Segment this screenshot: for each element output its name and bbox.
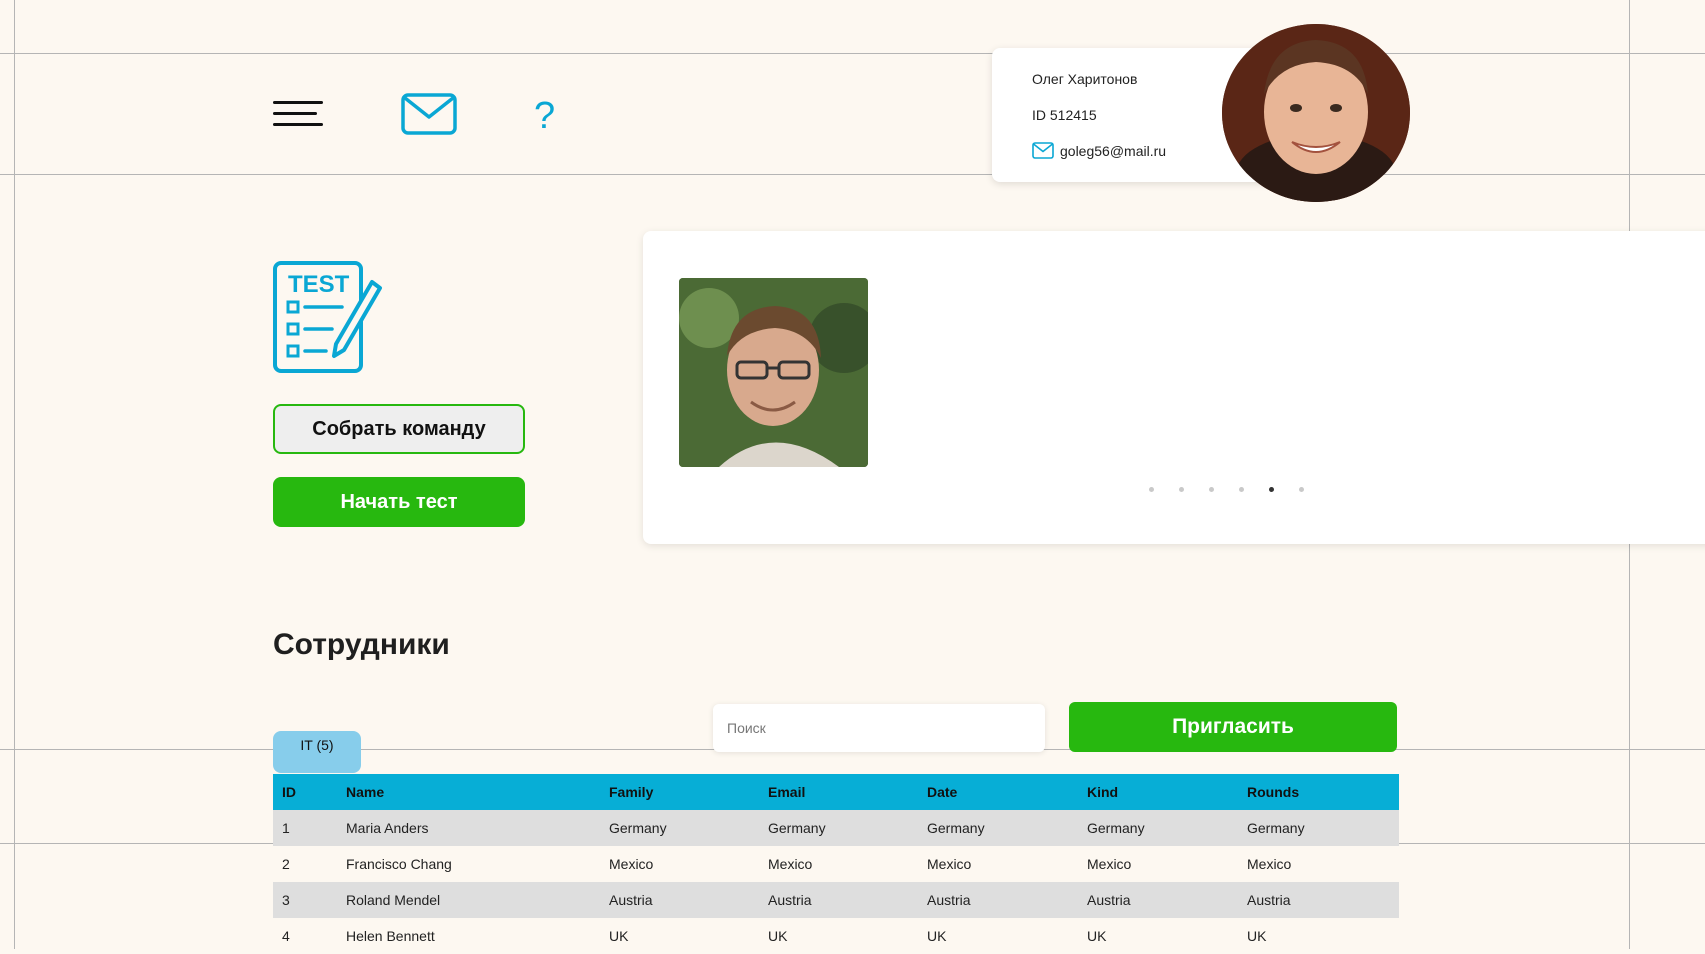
table-cell: Germany — [1078, 810, 1238, 846]
table-cell: Germany — [918, 810, 1078, 846]
table-cell: Mexico — [1078, 846, 1238, 882]
table-cell: Mexico — [918, 846, 1078, 882]
mail-button[interactable] — [401, 93, 459, 137]
build-team-button[interactable]: Собрать команду — [273, 404, 525, 454]
guide-line — [14, 0, 15, 949]
employee-portrait — [679, 278, 868, 467]
start-test-button[interactable]: Начать тест — [273, 477, 525, 527]
guide-line — [0, 174, 1705, 175]
table-header-row: ID Name Family Email Date Kind Rounds — [273, 774, 1399, 810]
column-header[interactable]: Rounds — [1238, 774, 1399, 810]
hamburger-icon-bar — [273, 123, 323, 126]
column-header[interactable]: Email — [759, 774, 918, 810]
carousel-dot[interactable] — [1239, 487, 1244, 492]
table-cell: Austria — [1078, 882, 1238, 918]
carousel-dots — [1149, 487, 1304, 492]
carousel-dot[interactable] — [1209, 487, 1214, 492]
section-title: Сотрудники — [273, 628, 450, 661]
invite-button[interactable]: Пригласить — [1069, 702, 1397, 752]
carousel-dot[interactable] — [1149, 487, 1154, 492]
carousel-dot-active[interactable] — [1269, 487, 1274, 492]
profile-name: Олег Харитонов — [1032, 71, 1138, 87]
employee-photo[interactable] — [679, 278, 868, 467]
carousel-dot[interactable] — [1299, 487, 1304, 492]
hamburger-menu-button[interactable] — [273, 101, 323, 131]
hamburger-icon-bar — [273, 112, 317, 115]
carousel-dot[interactable] — [1179, 487, 1184, 492]
table-cell: Austria — [600, 882, 759, 918]
table-cell: Germany — [600, 810, 759, 846]
envelope-icon — [1032, 142, 1054, 159]
table-cell: Austria — [918, 882, 1078, 918]
profile-id: ID 512415 — [1032, 107, 1097, 123]
table-row[interactable]: 1 Maria Anders Germany Germany Germany G… — [273, 810, 1399, 846]
tab-it[interactable]: IT (5) — [273, 731, 361, 773]
profile-email[interactable]: goleg56@mail.ru — [1060, 143, 1166, 159]
avatar-portrait — [1222, 24, 1410, 202]
table-cell: Austria — [1238, 882, 1399, 918]
guide-line — [0, 53, 1705, 54]
table-cell: Mexico — [1238, 846, 1399, 882]
search-input[interactable] — [713, 704, 1045, 752]
table-cell: Francisco Chang — [337, 846, 600, 882]
column-header[interactable]: Name — [337, 774, 600, 810]
table-cell: Germany — [1238, 810, 1399, 846]
table-cell: Roland Mendel — [337, 882, 600, 918]
table-cell: Mexico — [759, 846, 918, 882]
profile-email-row[interactable]: goleg56@mail.ru — [1032, 142, 1166, 159]
column-header[interactable]: Family — [600, 774, 759, 810]
table-cell: 2 — [273, 846, 337, 882]
column-header[interactable]: ID — [273, 774, 337, 810]
employees-table: ID Name Family Email Date Kind Rounds 1 … — [273, 774, 1399, 954]
table-cell: Mexico — [600, 846, 759, 882]
column-header[interactable]: Date — [918, 774, 1078, 810]
table-cell: Maria Anders — [337, 810, 600, 846]
test-icon: TEST — [272, 260, 384, 374]
table-row[interactable]: 2 Francisco Chang Mexico Mexico Mexico M… — [273, 846, 1399, 882]
table-cell: Austria — [759, 882, 918, 918]
table-row[interactable]: 3 Roland Mendel Austria Austria Austria … — [273, 882, 1399, 918]
table-cell: Germany — [759, 810, 918, 846]
hamburger-icon — [273, 101, 323, 104]
table-cell: 3 — [273, 882, 337, 918]
svg-text:TEST: TEST — [288, 271, 350, 298]
avatar[interactable] — [1222, 24, 1410, 202]
table-cell: 1 — [273, 810, 337, 846]
envelope-icon — [401, 93, 457, 135]
photo-carousel — [643, 231, 1705, 544]
column-header[interactable]: Kind — [1078, 774, 1238, 810]
help-button[interactable]: ? — [534, 94, 555, 138]
